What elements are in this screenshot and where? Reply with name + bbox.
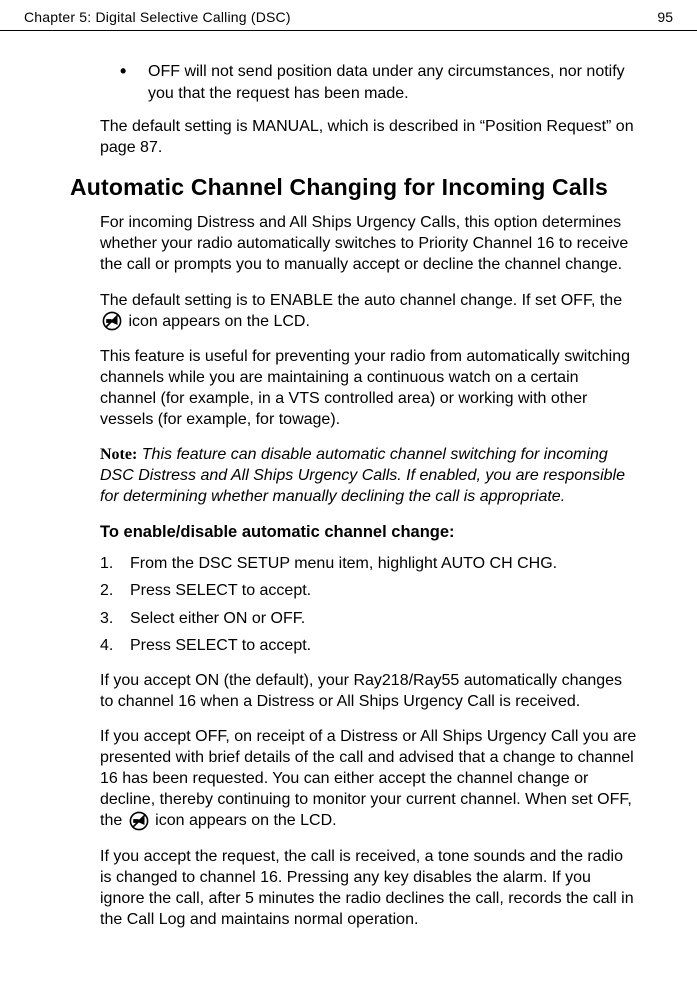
page-number: 95 [657,8,673,26]
page-content: • OFF will not send position data under … [0,31,697,964]
paragraph-default-enable-b: icon appears on the LCD. [128,313,309,330]
no-auto-channel-icon [102,311,122,331]
heading-auto-channel: Automatic Channel Changing for Incoming … [70,172,637,202]
paragraph-intro: For incoming Distress and All Ships Urge… [100,212,637,275]
step-1: 1. From the DSC SETUP menu item, highlig… [100,553,637,574]
step-4-number: 4. [100,635,130,656]
step-1-text: From the DSC SETUP menu item, highlight … [130,553,637,574]
step-3-text: Select either ON or OFF. [130,608,637,629]
paragraph-default-enable-a: The default setting is to ENABLE the aut… [100,292,622,309]
paragraph-default-manual: The default setting is MANUAL, which is … [100,116,637,158]
paragraph-accept-request: If you accept the request, the call is r… [100,846,637,930]
step-4: 4. Press SELECT to accept. [100,635,637,656]
page-header: Chapter 5: Digital Selective Calling (DS… [0,0,697,31]
step-2: 2. Press SELECT to accept. [100,580,637,601]
step-2-text: Press SELECT to accept. [130,580,637,601]
step-3: 3. Select either ON or OFF. [100,608,637,629]
note-paragraph: Note: This feature can disable automatic… [100,444,637,507]
step-4-text: Press SELECT to accept. [130,635,637,656]
paragraph-default-enable: The default setting is to ENABLE the aut… [100,290,637,332]
no-auto-channel-icon [129,811,149,831]
paragraph-accept-on: If you accept ON (the default), your Ray… [100,670,637,712]
bullet-dot: • [120,61,148,83]
chapter-label: Chapter 5: Digital Selective Calling (DS… [24,8,291,26]
step-3-number: 3. [100,608,130,629]
bullet-off: • OFF will not send position data under … [120,61,637,103]
paragraph-useful: This feature is useful for preventing yo… [100,346,637,430]
paragraph-accept-off: If you accept OFF, on receipt of a Distr… [100,726,637,832]
subheading-procedure: To enable/disable automatic channel chan… [100,522,637,544]
note-body: This feature can disable automatic chann… [100,446,625,505]
bullet-off-text: OFF will not send position data under an… [148,61,637,103]
step-1-number: 1. [100,553,130,574]
paragraph-accept-off-b: icon appears on the LCD. [155,812,336,829]
note-label: Note: [100,446,137,463]
step-2-number: 2. [100,580,130,601]
